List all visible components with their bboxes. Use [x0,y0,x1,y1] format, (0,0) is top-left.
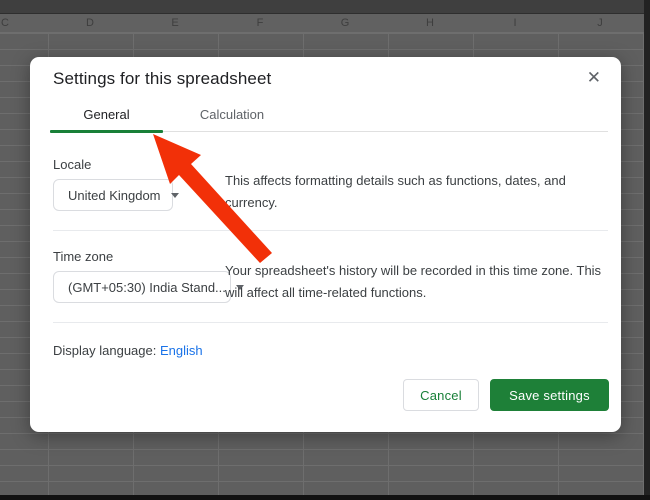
column-header: F [245,17,275,29]
tab-calculation[interactable]: Calculation [163,107,301,132]
timezone-dropdown[interactable]: (GMT+05:30) India Stand... [53,271,231,303]
section-divider [53,230,608,231]
cancel-button[interactable]: Cancel [403,379,479,411]
column-header: E [160,17,190,29]
dimmed-bottom-edge [0,495,650,500]
locale-dropdown[interactable]: United Kingdom [53,179,173,211]
tab-strip: General Calculation [50,107,608,132]
chevron-down-icon [171,193,179,198]
locale-label: Locale [53,157,91,172]
tab-label: Calculation [200,107,264,122]
spreadsheet-settings-dialog: Settings for this spreadsheet ✕ General … [30,57,621,432]
section-divider [53,322,608,323]
display-language-link[interactable]: English [160,343,203,358]
column-header: D [75,17,105,29]
dimmed-toolbar-strip [0,0,650,14]
locale-dropdown-value: United Kingdom [68,188,161,203]
dimmed-right-edge [644,0,650,500]
timezone-label: Time zone [53,249,113,264]
tab-label: General [83,107,129,122]
dialog-footer: Cancel Save settings [403,379,609,411]
column-header-row: C D E F G H I J [0,14,650,33]
save-settings-button[interactable]: Save settings [490,379,609,411]
display-language-row: Display language: English [53,343,203,358]
locale-description: This affects formatting details such as … [225,170,607,214]
column-header: I [500,17,530,29]
page-title: Settings for this spreadsheet [53,69,271,89]
close-icon[interactable]: ✕ [583,67,605,88]
column-header: C [0,17,20,29]
column-header: G [330,17,360,29]
display-language-label: Display language: [53,343,156,358]
tab-general[interactable]: General [50,107,163,132]
column-header: H [415,17,445,29]
timezone-description: Your spreadsheet's history will be recor… [225,260,607,304]
column-header: J [585,17,615,29]
timezone-dropdown-value: (GMT+05:30) India Stand... [68,280,226,295]
